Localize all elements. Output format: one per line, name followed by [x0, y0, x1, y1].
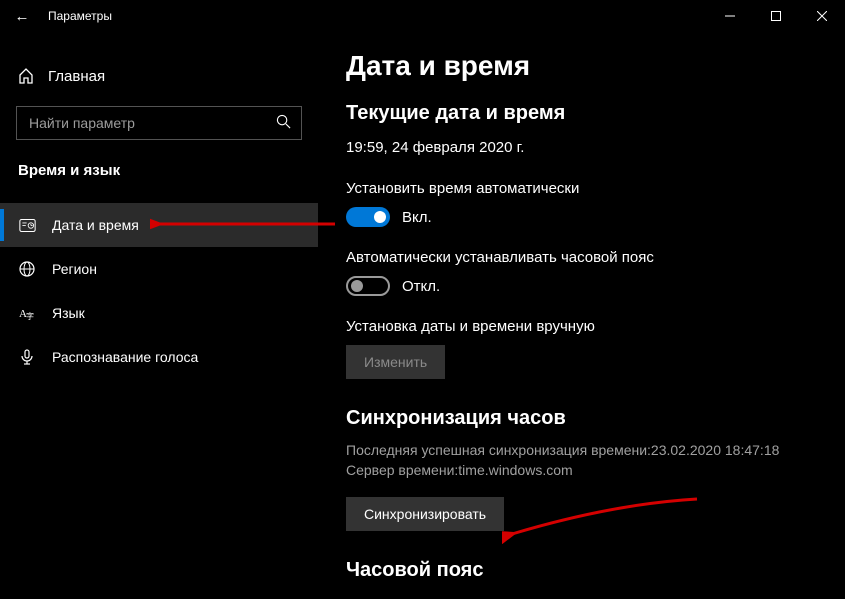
main-content: Дата и время Текущие дата и время 19:59,…	[318, 32, 845, 599]
home-button[interactable]: Главная	[0, 56, 318, 96]
sidebar-item-date-time[interactable]: Дата и время	[0, 203, 318, 247]
minimize-button[interactable]	[707, 0, 753, 32]
minimize-icon	[725, 11, 735, 21]
search-input[interactable]	[27, 114, 261, 132]
home-icon	[18, 68, 34, 84]
sidebar-item-label: Регион	[52, 261, 97, 277]
sync-last-line: Последняя успешная синхронизация времени…	[346, 440, 815, 460]
sidebar: Главная Время и язык	[0, 32, 318, 599]
page-title: Дата и время	[346, 50, 815, 82]
timezone-title: Часовой пояс	[346, 559, 815, 582]
sync-button[interactable]: Синхронизировать	[346, 497, 504, 531]
change-button[interactable]: Изменить	[346, 345, 445, 379]
auto-tz-toggle[interactable]	[346, 276, 390, 296]
sync-server-line: Сервер времени:time.windows.com	[346, 460, 815, 480]
svg-text:字: 字	[26, 311, 34, 321]
sidebar-item-label: Распознавание голоса	[52, 349, 198, 365]
home-label: Главная	[48, 68, 105, 85]
sidebar-item-region[interactable]: Регион	[0, 247, 318, 291]
language-icon: A字	[18, 305, 36, 321]
auto-time-toggle[interactable]	[346, 207, 390, 227]
sidebar-item-language[interactable]: A字 Язык	[0, 291, 318, 335]
current-datetime-value: 19:59, 24 февраля 2020 г.	[346, 139, 815, 156]
search-icon	[276, 114, 291, 132]
window-title: Параметры	[44, 9, 112, 23]
manual-set-label: Установка даты и времени вручную	[346, 318, 815, 335]
back-arrow-icon: ←	[15, 9, 30, 24]
sidebar-item-label: Дата и время	[52, 217, 139, 233]
auto-time-state: Вкл.	[402, 209, 432, 226]
auto-tz-state: Откл.	[402, 278, 440, 295]
close-icon	[817, 11, 827, 21]
auto-tz-label: Автоматически устанавливать часовой пояс	[346, 249, 815, 266]
globe-icon	[18, 261, 36, 277]
sync-title: Синхронизация часов	[346, 407, 815, 430]
auto-time-label: Установить время автоматически	[346, 180, 815, 197]
search-box[interactable]	[16, 106, 302, 140]
back-button[interactable]: ←	[0, 0, 44, 32]
close-button[interactable]	[799, 0, 845, 32]
sidebar-item-label: Язык	[52, 305, 85, 321]
microphone-icon	[18, 349, 36, 365]
sync-info: Последняя успешная синхронизация времени…	[346, 440, 815, 481]
titlebar: ← Параметры	[0, 0, 845, 32]
sidebar-group-header: Время и язык	[0, 140, 318, 185]
clock-icon	[18, 217, 36, 234]
maximize-icon	[771, 11, 781, 21]
sidebar-item-speech[interactable]: Распознавание голоса	[0, 335, 318, 379]
current-datetime-title: Текущие дата и время	[346, 102, 815, 125]
maximize-button[interactable]	[753, 0, 799, 32]
